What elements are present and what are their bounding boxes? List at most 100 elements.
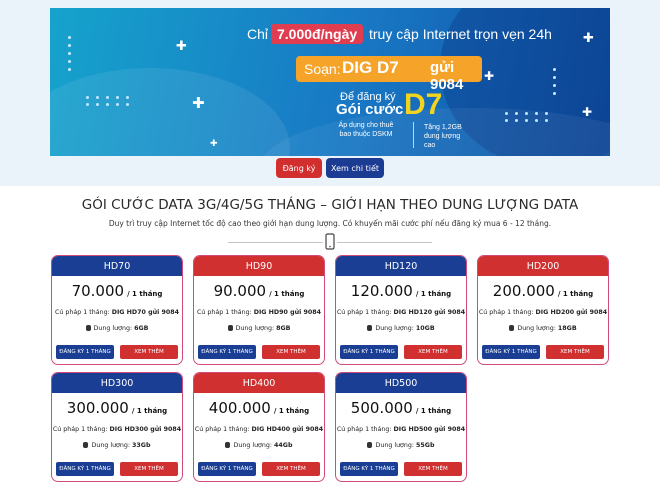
sms-code: DIG D7 — [342, 58, 399, 77]
decor-dot-grid — [505, 112, 551, 122]
headline-suffix: truy cập Internet trọn vẹn 24h — [369, 26, 552, 42]
banner-wave — [50, 68, 290, 156]
card-capacity-label: Dung lượng: — [233, 442, 273, 449]
card-price-row: 90.000/ 1 tháng — [194, 281, 324, 300]
card-more-button[interactable]: XEM THÊM — [120, 345, 178, 359]
card-register-button[interactable]: ĐĂNG KÝ 1 THÁNG — [56, 345, 114, 359]
card-price-row: 500.000/ 1 tháng — [336, 398, 466, 417]
package-card: HD300 300.000/ 1 tháng Cú pháp 1 tháng: DI… — [51, 372, 183, 482]
card-price-unit: / 1 tháng — [269, 290, 305, 298]
card-syntax-code: DIG HD300 gửi 9084 — [109, 426, 182, 433]
card-capacity-label: Dung lượng: — [375, 325, 414, 332]
card-price: 200.000 — [492, 282, 555, 300]
eligibility-note: Áp dụng cho thuê bao thuộc DSKM — [338, 122, 394, 138]
card-register-button[interactable]: ĐĂNG KÝ 1 THÁNG — [340, 462, 398, 476]
card-more-button[interactable]: XEM THÊM — [120, 462, 178, 476]
card-register-button[interactable]: ĐĂNG KÝ 1 THÁNG — [340, 345, 398, 359]
card-capacity-value: 6GB — [134, 325, 149, 332]
card-price: 120.000 — [350, 282, 413, 300]
card-more-button[interactable]: XEM THÊM — [262, 462, 320, 476]
register-button[interactable]: Đăng ký — [276, 158, 322, 178]
card-capacity-label: Dung lượng: — [93, 325, 133, 332]
card-register-button[interactable]: ĐĂNG KÝ 1 THÁNG — [198, 345, 256, 359]
package-card: HD120 120.000/ 1 tháng Cú pháp 1 tháng: DI… — [335, 255, 467, 365]
database-icon — [227, 325, 233, 331]
card-syntax-code: DIG HD400 gửi 9084 — [251, 426, 324, 433]
card-package-name: HD500 — [336, 373, 466, 393]
card-syntax-label: Cú pháp 1 tháng: — [197, 309, 252, 316]
card-capacity: Dung lượng: 18GB — [478, 325, 608, 332]
sms-syntax-box: Soạn: DIG D7 gửi 9084 — [296, 56, 482, 93]
card-package-name: HD200 — [478, 256, 608, 276]
card-capacity: Dung lượng: 55Gb — [336, 442, 466, 449]
card-more-button[interactable]: XEM THÊM — [262, 345, 320, 359]
card-syntax-label: Cú pháp 1 tháng: — [336, 426, 392, 433]
plus-icon: ✚ — [582, 105, 593, 119]
card-syntax: Cú pháp 1 tháng: DIG HD300 gửi 9084 — [52, 426, 182, 433]
card-price-unit: / 1 tháng — [273, 407, 310, 415]
database-icon — [509, 325, 515, 331]
card-package-name: HD120 — [336, 256, 466, 276]
card-capacity: Dung lượng: 33Gb — [52, 442, 182, 449]
card-syntax-label: Cú pháp 1 tháng: — [55, 309, 110, 316]
plus-icon: ✚ — [210, 139, 218, 149]
view-details-button[interactable]: Xem chi tiết — [326, 158, 384, 178]
card-package-name: HD300 — [52, 373, 182, 393]
card-register-button[interactable]: ĐĂNG KÝ 1 THÁNG — [198, 462, 256, 476]
package-card: HD200 200.000/ 1 tháng Cú pháp 1 tháng: DI… — [477, 255, 609, 365]
card-price: 400.000 — [208, 399, 271, 417]
card-capacity-value: 10GB — [415, 325, 435, 332]
card-package-name: HD70 — [52, 256, 182, 276]
card-capacity-value: 18GB — [557, 325, 577, 332]
card-register-button[interactable]: ĐĂNG KÝ 1 THÁNG — [56, 462, 114, 476]
card-price-row: 300.000/ 1 tháng — [52, 398, 182, 417]
database-icon — [83, 442, 89, 448]
phone-icon — [323, 233, 337, 251]
card-price-unit: / 1 tháng — [415, 407, 452, 415]
card-capacity-value: 8GB — [276, 325, 291, 332]
card-price-row: 200.000/ 1 tháng — [478, 281, 608, 300]
database-icon — [367, 325, 373, 331]
card-price-unit: / 1 tháng — [131, 407, 168, 415]
plus-icon: ✚ — [583, 31, 594, 46]
card-package-name: HD400 — [194, 373, 324, 393]
card-price-unit: / 1 tháng — [557, 290, 594, 298]
package-label: Gói cước — [336, 101, 404, 118]
section-subtitle: Duy trì truy cập Internet tốc độ cao the… — [108, 219, 552, 228]
package-card: HD400 400.000/ 1 tháng Cú pháp 1 tháng: DI… — [193, 372, 325, 482]
banner-headline: Chỉ 7.000đ/ngày truy cập Internet trọn v… — [195, 21, 575, 47]
card-capacity-label: Dung lượng: — [235, 325, 275, 332]
card-syntax-label: Cú pháp 1 tháng: — [194, 426, 250, 433]
card-more-button[interactable]: XEM THÊM — [546, 345, 604, 359]
card-more-button[interactable]: XEM THÊM — [404, 345, 462, 359]
card-syntax: Cú pháp 1 tháng: DIG HD90 gửi 9084 — [194, 309, 324, 316]
card-syntax-code: DIG HD70 gửi 9084 — [111, 309, 179, 316]
plus-icon: ✚ — [484, 69, 495, 83]
card-syntax: Cú pháp 1 tháng: DIG HD400 gửi 9084 — [194, 426, 324, 433]
card-package-name: HD90 — [194, 256, 324, 276]
card-price: 90.000 — [213, 282, 267, 300]
promo-banner[interactable]: ✚ ✚ ✚ ✚ ✚ ✚ Chỉ 7.000đ/ngày truy cập Int… — [50, 8, 610, 156]
card-price-unit: / 1 tháng — [127, 290, 163, 298]
card-syntax-code: DIG HD200 gửi 9084 — [535, 309, 608, 316]
decor-dots — [553, 68, 557, 100]
bonus-note: Tặng 1,2GB dung lượng cao — [424, 124, 462, 149]
card-syntax-label: Cú pháp 1 tháng: — [52, 426, 108, 433]
package-name: D7 — [404, 88, 443, 121]
card-syntax-code: DIG HD120 gửi 9084 — [393, 309, 466, 316]
package-card: HD70 70.000/ 1 tháng Cú pháp 1 tháng: DIG … — [51, 255, 183, 365]
card-more-button[interactable]: XEM THÊM — [404, 462, 462, 476]
headline-prefix: Chỉ — [247, 26, 269, 42]
headline-price: 7.000đ/ngày — [271, 24, 364, 44]
card-register-button[interactable]: ĐĂNG KÝ 1 THÁNG — [482, 345, 540, 359]
card-price-row: 120.000/ 1 tháng — [336, 281, 466, 300]
card-syntax: Cú pháp 1 tháng: DIG HD200 gửi 9084 — [478, 309, 608, 316]
decor-dot-grid — [86, 96, 132, 106]
card-capacity-label: Dung lượng: — [91, 442, 131, 449]
card-price: 500.000 — [350, 399, 413, 417]
database-icon — [85, 325, 91, 331]
card-capacity-label: Dung lượng: — [517, 325, 556, 332]
sms-compose-label: Soạn: — [304, 61, 341, 77]
decor-dots — [68, 36, 72, 76]
card-capacity-value: 33Gb — [132, 442, 151, 449]
